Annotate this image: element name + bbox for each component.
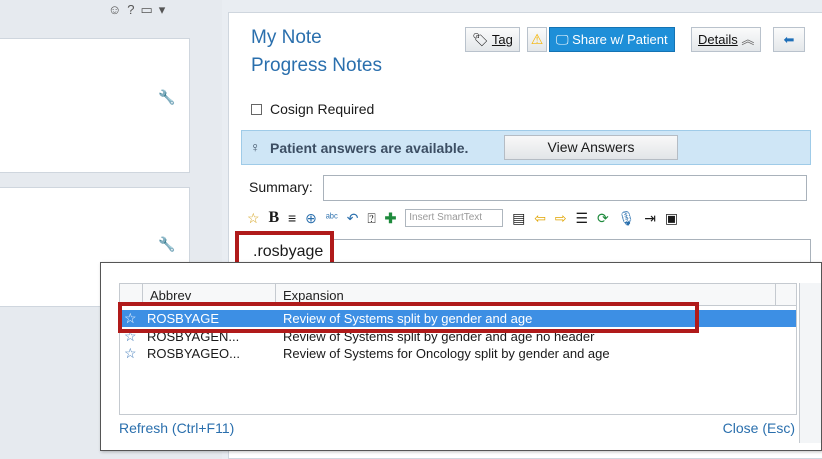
arrow-left-icon[interactable]: ⇦ (534, 210, 546, 227)
smartphrase-row[interactable]: ☆ ROSBYAGEO... Review of Systems for Onc… (120, 345, 796, 362)
note-title: My Note (251, 27, 322, 48)
undo-icon[interactable]: ↶ (347, 210, 359, 227)
view-answers-button[interactable]: View Answers (504, 135, 678, 160)
details-button[interactable]: Details ︽ (691, 27, 762, 52)
note-type: Progress Notes (251, 55, 382, 76)
view-answers-label: View Answers (547, 139, 635, 155)
row-abbrev: ROSBYAGEO... (147, 346, 240, 361)
typed-abbreviation[interactable]: .rosbyage (253, 243, 323, 261)
zoom-icon[interactable]: ⊕ (305, 210, 317, 227)
refresh-icon[interactable]: ⟳ (597, 210, 609, 227)
help-icon[interactable]: ? (127, 2, 140, 17)
summary-label: Summary: (249, 179, 313, 195)
top-icon-bar: ☺?▭▾ (108, 2, 171, 18)
patient-question-icon: ♀ (250, 139, 261, 155)
smarttext-list-icon[interactable]: ▤ (512, 210, 525, 227)
bold-icon[interactable]: B (268, 209, 279, 227)
column-header-expansion[interactable]: Expansion (283, 288, 344, 303)
wrench-icon[interactable]: 🔧 (158, 236, 175, 253)
favorite-star-icon[interactable]: ☆ (124, 345, 137, 362)
patient-answers-bar: ♀ Patient answers are available. View An… (241, 130, 811, 165)
row-expansion: Review of Systems for Oncology split by … (283, 346, 610, 361)
tag-icon: 🏷 (472, 32, 489, 47)
import-icon[interactable]: ⇥ (644, 210, 656, 227)
microphone-icon[interactable]: 🎙 (618, 210, 636, 227)
arrow-left-icon: ⬅ (783, 32, 795, 47)
layout-icon[interactable]: ▭▾ (141, 2, 172, 17)
chevron-up-icon: ︽ (741, 32, 755, 47)
column-header-abbrev[interactable]: Abbrev (150, 288, 191, 303)
add-icon[interactable]: ✚ (385, 210, 397, 227)
image-icon[interactable]: ▣ (665, 210, 678, 227)
smarttext-input[interactable]: Insert SmartText (405, 209, 504, 228)
tag-button-label: Tag (491, 32, 513, 47)
selected-row-highlight (118, 302, 699, 333)
list-icon[interactable]: ≡ (288, 210, 296, 226)
editor-toolbar: ☆ B ≡ ⊕ ᵃᵇᶜ ↶ ⍰ ✚ Insert SmartText ▤ ⇦ ⇨… (247, 209, 683, 231)
close-link[interactable]: Close (Esc) (723, 420, 795, 436)
share-button-label: Share w/ Patient (572, 32, 668, 47)
share-with-patient-button[interactable]: 🖵 Share w/ Patient (549, 27, 675, 52)
spellcheck-icon[interactable]: ᵃᵇᶜ (326, 212, 338, 224)
patient-answers-text: Patient answers are available. (270, 140, 469, 156)
popup-side-panel (799, 283, 821, 443)
refresh-link[interactable]: Refresh (Ctrl+F11) (119, 420, 234, 436)
details-button-label: Details (698, 32, 738, 47)
summary-input[interactable] (323, 175, 807, 201)
column-separator (775, 284, 776, 306)
question-icon[interactable]: ⍰ (367, 210, 375, 227)
smartphrase-popup: Abbrev Expansion ☆ ROSBYAGE Review of Sy… (100, 262, 822, 451)
tag-button[interactable]: 🏷 Tag (465, 27, 520, 52)
monitor-icon: 🖵 (556, 32, 569, 47)
insert-list-icon[interactable]: ☰ (576, 210, 589, 227)
cosign-label: Cosign Required (270, 101, 375, 117)
back-button[interactable]: ⬅ (773, 27, 805, 52)
warning-icon: ⚠ (530, 31, 544, 47)
warning-button[interactable]: ⚠ (527, 27, 547, 52)
star-icon[interactable]: ☆ (247, 210, 260, 227)
left-card-top: 🔧 (0, 38, 190, 173)
wrench-icon[interactable]: 🔧 (158, 89, 175, 106)
cosign-checkbox[interactable] (251, 104, 262, 115)
arrow-right-icon[interactable]: ⇨ (555, 210, 567, 227)
smiley-icon[interactable]: ☺ (108, 2, 127, 17)
